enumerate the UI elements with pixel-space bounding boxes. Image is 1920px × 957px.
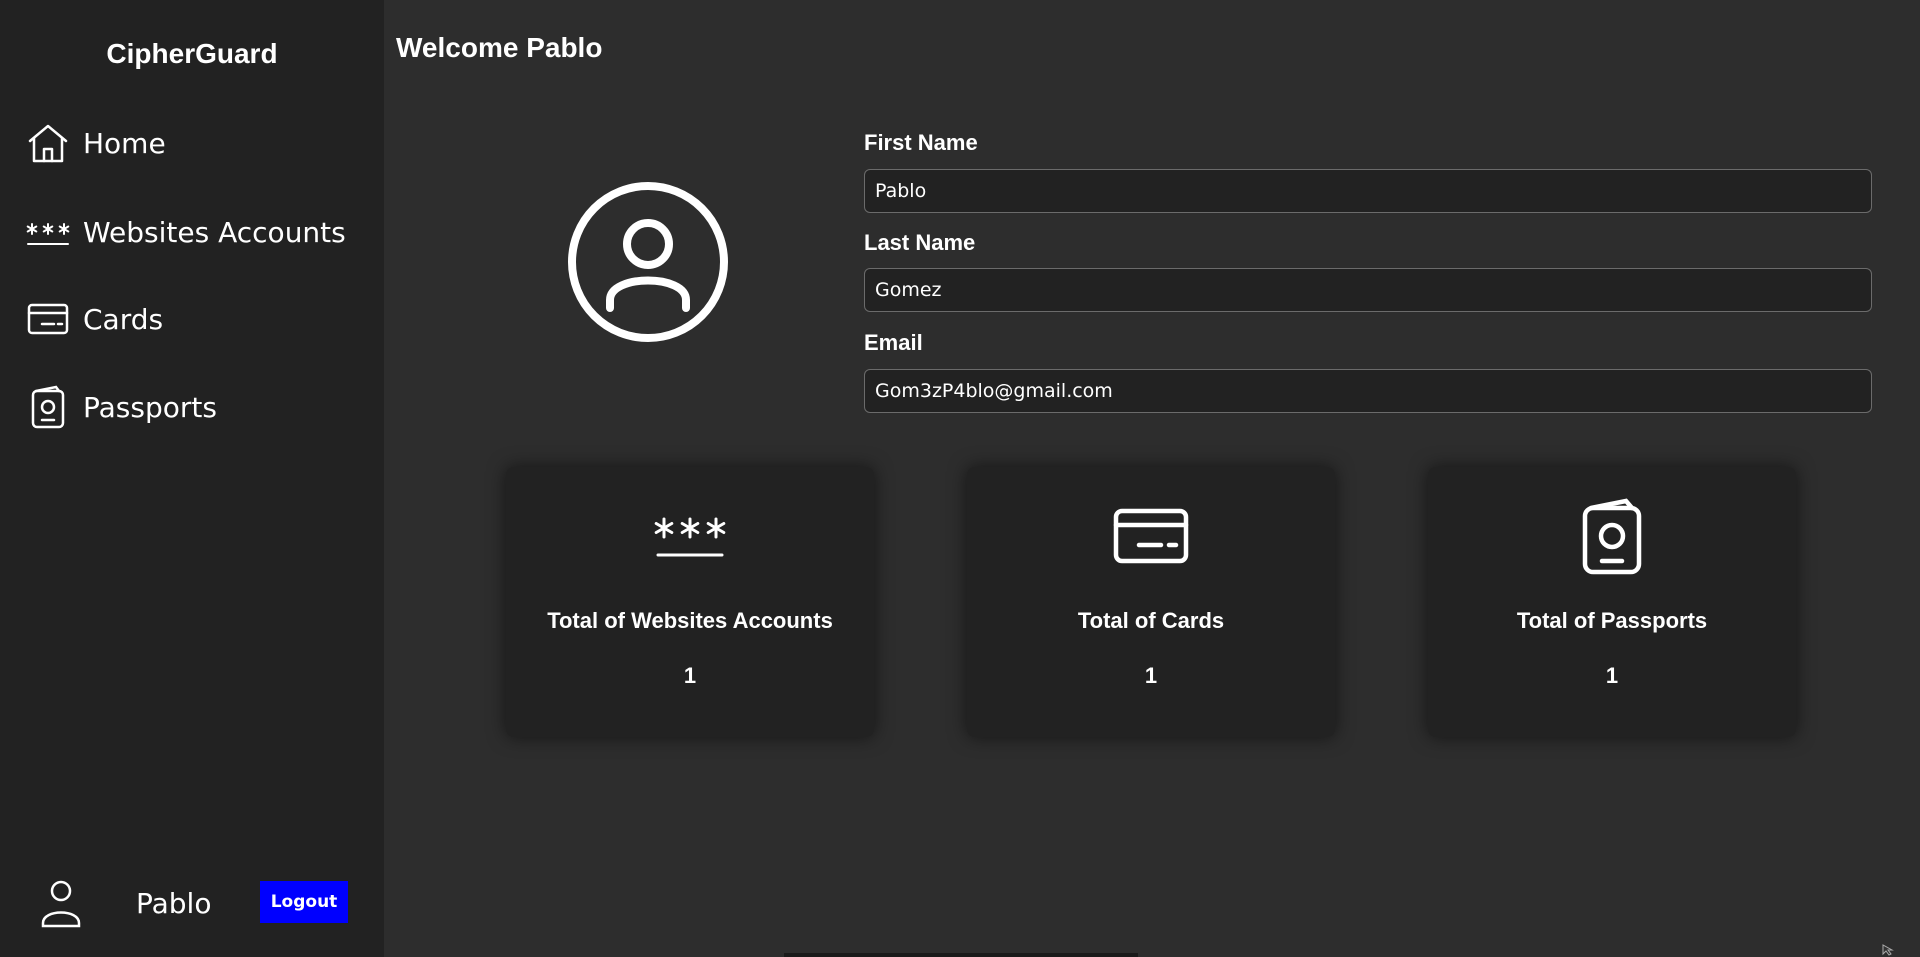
card-title: Total of Passports [1516,608,1708,633]
sidebar-item-websites-accounts[interactable]: Websites Accounts [25,207,346,257]
email-label: Email [864,330,923,355]
card-count: 1 [1605,663,1619,688]
sidebar-item-label: Home [83,126,166,160]
credit-card-icon [967,497,1335,577]
sidebar-item-passports[interactable]: Passports [25,382,217,432]
passport-icon [1428,497,1796,577]
password-icon [25,209,71,255]
passport-icon [25,384,71,430]
sidebar-item-label: Websites Accounts [83,215,346,249]
profile-avatar-icon [566,180,730,344]
email-field[interactable] [864,369,1872,413]
horizontal-scrollbar[interactable] [784,953,1138,957]
first-name-field[interactable] [864,169,1872,213]
brand-title: CipherGuard [106,38,278,69]
card-count: 1 [1144,663,1158,688]
sidebar: CipherGuard Home Websites Accounts Cards… [0,0,384,957]
cards-summary-card: Total of Cards 1 [967,467,1335,737]
sidebar-item-label: Passports [83,390,217,424]
user-icon [40,877,82,929]
sidebar-item-home[interactable]: Home [25,118,166,168]
cursor-icon [1882,943,1894,956]
sidebar-item-label: Cards [83,302,164,336]
credit-card-icon [25,296,71,342]
user-name: Pablo [136,887,212,920]
last-name-field[interactable] [864,268,1872,312]
sidebar-footer: Pablo Logout [0,873,384,933]
first-name-label: First Name [864,130,978,155]
card-title: Total of Websites Accounts [547,608,833,633]
password-icon [506,497,874,577]
card-title: Total of Cards [1077,608,1225,633]
card-count: 1 [683,663,697,688]
logout-button[interactable]: Logout [260,881,348,923]
websites-accounts-summary-card: Total of Websites Accounts 1 [506,467,874,737]
sidebar-item-cards[interactable]: Cards [25,294,163,344]
last-name-label: Last Name [864,230,976,255]
app-root: CipherGuard Home Websites Accounts Cards… [0,0,1920,957]
home-icon [25,120,71,166]
passports-summary-card: Total of Passports 1 [1428,467,1796,737]
page-title: Welcome Pablo [396,32,603,63]
